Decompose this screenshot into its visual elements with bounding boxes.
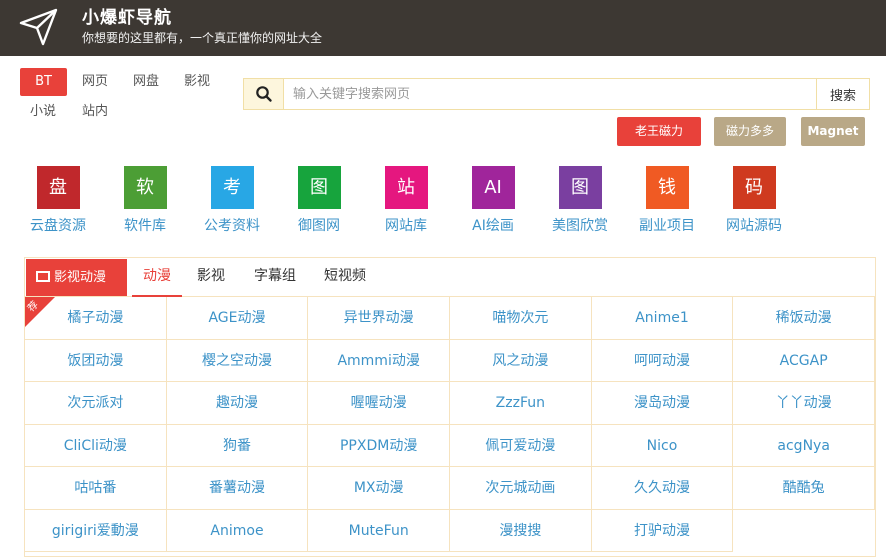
category-label: 网站源码 [726, 218, 782, 234]
search-tab-bt[interactable]: BT [20, 68, 67, 96]
site-link[interactable]: 番薯动漫 [166, 467, 309, 510]
search-tab-novel[interactable]: 小说 [28, 98, 58, 126]
category-label: 美图欣赏 [552, 218, 608, 234]
site-link[interactable]: ZzzFun [450, 382, 592, 425]
site-link[interactable]: 饭团动漫 [25, 339, 167, 382]
search-tab-web[interactable]: 网页 [80, 68, 110, 96]
site-link[interactable]: 次元城动画 [450, 467, 592, 510]
category-source-code[interactable]: 码 网站源码 [709, 166, 799, 235]
site-link[interactable]: 呵呵动漫 [591, 339, 734, 382]
cili-duoduo-button[interactable]: 磁力多多 [714, 117, 786, 146]
site-link[interactable]: CliCli动漫 [25, 424, 167, 467]
site-link[interactable]: 酷酷兔 [733, 467, 875, 510]
site-link[interactable]: ACGAP [733, 339, 875, 382]
tab-anime[interactable]: 动漫 [132, 258, 182, 297]
search-tab-netdisk[interactable]: 网盘 [131, 68, 161, 96]
category-side-jobs[interactable]: 钱 副业项目 [622, 166, 712, 235]
category-shortcuts: 盘 云盘资源 软 软件库 考 公考资料 图 御图网 站 网站库 AI AI绘画 … [0, 166, 886, 246]
site-link[interactable]: 稀饭动漫 [733, 297, 875, 340]
site-link[interactable]: Anime1 [591, 297, 734, 340]
category-label: 御图网 [298, 218, 340, 234]
magnet-button[interactable]: Magnet [801, 117, 865, 146]
site-link[interactable]: 趣动漫 [166, 382, 309, 425]
search-bar: 搜索 [243, 78, 870, 110]
site-link[interactable]: Animoe [166, 509, 309, 552]
site-link[interactable]: 樱之空动漫 [166, 339, 309, 382]
site-link[interactable]: 打驴动漫 [591, 509, 734, 552]
site-link[interactable]: 异世界动漫 [308, 297, 450, 340]
category-ai-painting[interactable]: AI AI绘画 [448, 166, 538, 235]
site-link[interactable]: 次元派对 [25, 382, 167, 425]
category-pictures[interactable]: 图 美图欣赏 [535, 166, 625, 235]
site-link[interactable]: MX动漫 [308, 467, 450, 510]
site-link[interactable]: 喵物次元 [450, 297, 592, 340]
zhan-glyph-icon: 站 [384, 166, 428, 209]
laowang-magnet-button[interactable]: 老王磁力 [617, 117, 701, 146]
tab-subtitle-group[interactable]: 字幕组 [249, 258, 301, 297]
category-exam[interactable]: 考 公考资料 [187, 166, 277, 235]
ma-glyph-icon: 码 [732, 166, 776, 209]
site-link[interactable]: 咕咕番 [25, 467, 167, 510]
site-link[interactable]: girigiri爱動漫 [25, 509, 167, 552]
site-link[interactable]: AGE动漫 [166, 297, 309, 340]
search-icon[interactable] [244, 79, 284, 109]
site-link[interactable]: 狗番 [166, 424, 309, 467]
site-subtitle: 你想要的这里都有，一个真正懂你的网址大全 [82, 31, 323, 45]
ai-glyph-icon: AI [471, 166, 515, 209]
category-label: AI绘画 [472, 218, 514, 234]
site-link[interactable]: 久久动漫 [591, 467, 734, 510]
pan-glyph-icon: 盘 [36, 166, 80, 209]
site-link[interactable]: MuteFun [308, 509, 450, 552]
anime-video-panel: 影视动漫 动漫 影视 字幕组 短视频 橘子动漫 AGE动漫 异世界动漫 喵物次元 Ani… [24, 257, 876, 557]
search-input[interactable] [285, 79, 816, 109]
tu-glyph-icon: 图 [297, 166, 341, 209]
tu-glyph-icon: 图 [558, 166, 602, 209]
category-label: 云盘资源 [30, 218, 86, 234]
category-label: 副业项目 [639, 218, 695, 234]
kao-glyph-icon: 考 [210, 166, 254, 209]
site-title[interactable]: 小爆虾导航 [82, 3, 172, 28]
site-link[interactable]: PPXDM动漫 [308, 424, 450, 467]
category-label: 公考资料 [204, 218, 260, 234]
category-site-library[interactable]: 站 网站库 [361, 166, 451, 235]
site-header: 小爆虾导航 你想要的这里都有，一个真正懂你的网址大全 [0, 0, 886, 56]
site-link[interactable]: 漫岛动漫 [591, 382, 734, 425]
paper-plane-icon[interactable] [18, 6, 60, 46]
panel-tabs: 影视动漫 动漫 影视 字幕组 短视频 [25, 258, 875, 297]
tab-short-video[interactable]: 短视频 [319, 258, 371, 297]
site-link[interactable]: 风之动漫 [450, 339, 592, 382]
panel-category-label: 影视动漫 [26, 259, 127, 296]
tab-film[interactable]: 影视 [193, 258, 229, 297]
category-cloud-disk[interactable]: 盘 云盘资源 [13, 166, 103, 235]
category-label: 软件库 [124, 218, 166, 234]
search-tab-site[interactable]: 站内 [80, 98, 110, 126]
site-link[interactable]: 喔喔动漫 [308, 382, 450, 425]
search-tab-video[interactable]: 影视 [182, 68, 212, 96]
site-link[interactable]: 漫搜搜 [450, 509, 592, 552]
search-type-tabs: BT 网页 网盘 影视 小说 站内 [20, 68, 230, 128]
qian-glyph-icon: 钱 [645, 166, 689, 209]
category-image-site[interactable]: 图 御图网 [274, 166, 364, 235]
ruan-glyph-icon: 软 [123, 166, 167, 209]
search-button[interactable]: 搜索 [816, 79, 869, 109]
site-link[interactable]: acgNya [733, 424, 875, 467]
site-link[interactable]: 佩可爱动漫 [450, 424, 592, 467]
site-link[interactable]: Ammmi动漫 [308, 339, 450, 382]
film-icon [36, 271, 50, 282]
category-label: 网站库 [385, 218, 427, 234]
site-link[interactable]: Nico [591, 424, 734, 467]
category-software[interactable]: 软 软件库 [100, 166, 190, 235]
site-link[interactable]: 丫丫动漫 [733, 382, 875, 425]
